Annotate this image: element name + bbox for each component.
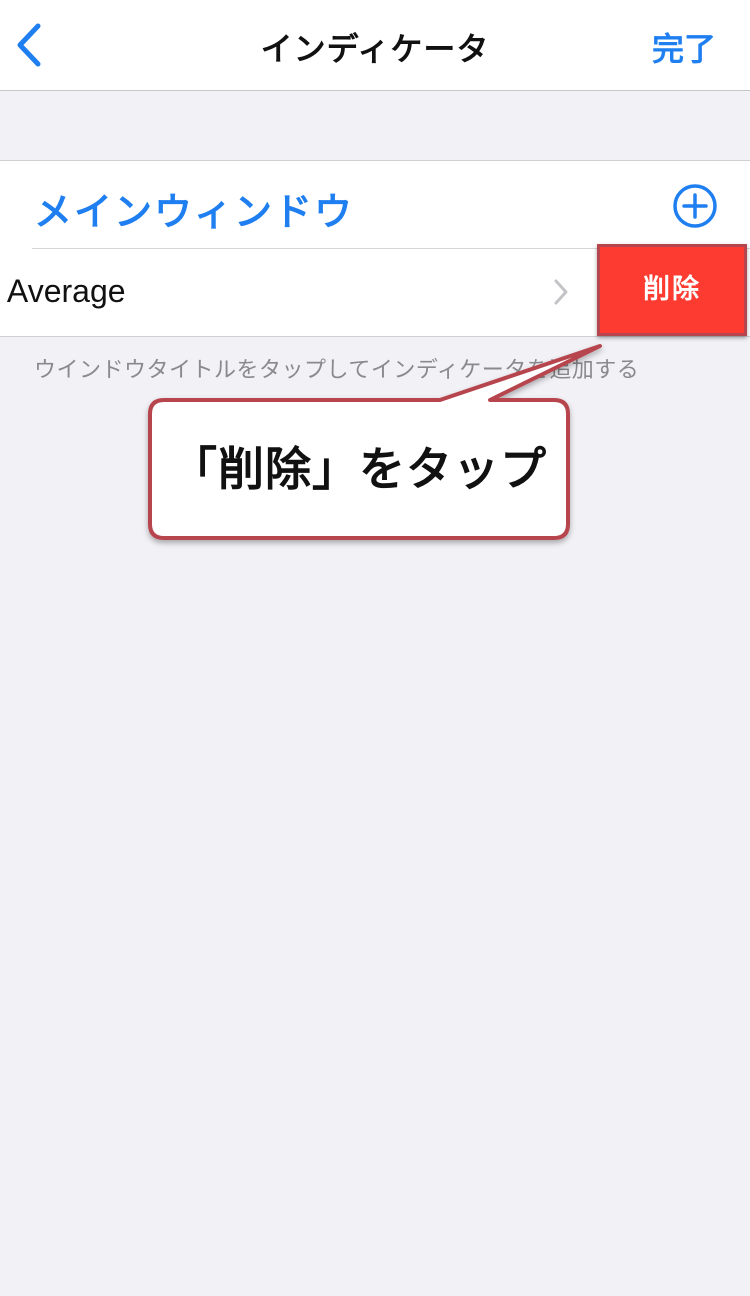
done-button[interactable]: 完了 (652, 24, 716, 70)
indicator-row-label: n Average (0, 273, 126, 309)
add-indicator-button[interactable] (672, 183, 718, 229)
callout-text: 「削除」をタップ (171, 442, 547, 496)
navigation-bar: インディケータ 完了 (0, 0, 750, 91)
page-title: インディケータ (260, 30, 490, 68)
section-title[interactable]: メインウィンドウ (34, 181, 354, 236)
section-footer-note: ウインドウタイトルをタップしてインディケータを追加する (34, 358, 640, 383)
section-header: メインウィンドウ (0, 161, 750, 248)
chevron-right-icon (554, 279, 568, 305)
delete-button[interactable]: 削除 (597, 244, 747, 336)
plus-circle-icon (673, 184, 717, 228)
